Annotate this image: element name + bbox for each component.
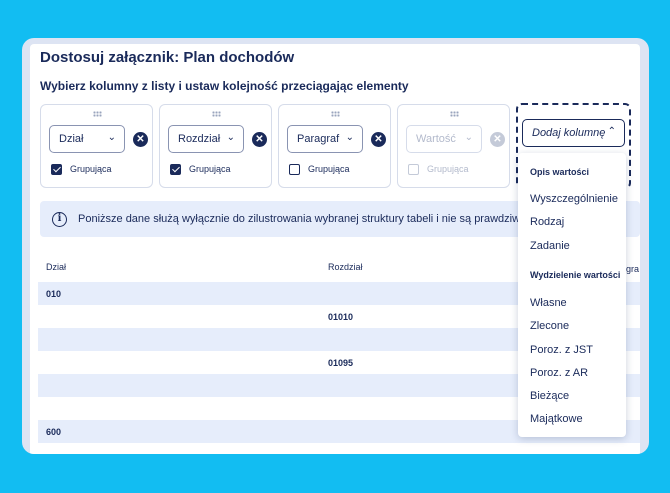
dropdown-item-zadanie[interactable]: Zadanie (530, 240, 570, 252)
grouping-checkbox[interactable] (51, 164, 62, 175)
chevron-down-icon: ⌄ (345, 132, 354, 143)
column-card-rozdzial[interactable]: Rozdział ⌄ ✕ Grupująca (159, 104, 272, 188)
drag-handle-icon[interactable] (330, 111, 340, 117)
column-select-label: Dział (59, 133, 84, 145)
add-column-label: Dodaj kolumnę (532, 127, 606, 139)
column-select-wartosc: Wartość ⌄ (406, 125, 482, 153)
chevron-up-icon: ⌃ (607, 126, 616, 137)
column-select-label: Paragraf (297, 133, 340, 145)
dropdown-item-poroz-jst[interactable]: Poroz. z JST (530, 344, 593, 356)
grouping-checkbox-label: Grupująca (308, 164, 350, 174)
grouping-checkbox-label: Grupująca (189, 164, 231, 174)
dropdown-item-wyszczegolnienie[interactable]: Wyszczególnienie (530, 193, 618, 205)
grouping-checkbox-label: Grupująca (70, 164, 112, 174)
drag-handle-icon[interactable] (211, 111, 221, 117)
column-card-paragraf[interactable]: Paragraf ⌄ ✕ Grupująca (278, 104, 391, 188)
cell-rozdzial: 01010 (328, 312, 354, 322)
dropdown-item-biezace[interactable]: Bieżące (530, 390, 569, 402)
column-select-dzial[interactable]: Dział ⌄ (49, 125, 125, 153)
header-paragraf-clipped: gra (626, 264, 640, 274)
dropdown-item-majatkowe[interactable]: Majątkowe (530, 413, 583, 425)
dropdown-item-rodzaj[interactable]: Rodzaj (530, 216, 564, 228)
cell-dzial: 010 (46, 289, 62, 299)
remove-column-icon[interactable]: ✕ (133, 132, 148, 147)
chevron-down-icon: ⌄ (464, 132, 473, 143)
grouping-checkbox-label: Grupująca (427, 164, 469, 174)
dropdown-item-wlasne[interactable]: Własne (530, 297, 567, 309)
grouping-checkbox[interactable] (170, 164, 181, 175)
column-select-paragraf[interactable]: Paragraf ⌄ (287, 125, 363, 153)
drag-handle-icon[interactable] (92, 111, 102, 117)
cell-dzial: 600 (46, 427, 62, 437)
remove-column-icon[interactable]: ✕ (252, 132, 267, 147)
column-select-rozdzial[interactable]: Rozdział ⌄ (168, 125, 244, 153)
chevron-down-icon: ⌄ (226, 132, 235, 143)
remove-column-icon[interactable]: ✕ (371, 132, 386, 147)
grouping-checkbox[interactable] (289, 164, 300, 175)
column-select-label: Rozdział (178, 133, 221, 145)
dropdown-group-header: Opis wartości (530, 167, 590, 177)
cell-rozdzial: 01095 (328, 358, 354, 368)
chevron-down-icon: ⌄ (107, 132, 116, 143)
page-title: Dostosuj załącznik: Plan dochodów (40, 49, 295, 66)
dropdown-item-poroz-ar[interactable]: Poroz. z AR (530, 367, 588, 379)
dropdown-group-header: Wydzielenie wartości (530, 270, 621, 280)
drag-handle-icon (449, 111, 459, 117)
add-column-dropdown: Opis wartości Wyszczególnienie Rodzaj Za… (518, 153, 626, 437)
remove-column-icon: ✕ (490, 132, 505, 147)
grouping-checkbox (408, 164, 419, 175)
info-icon: i (52, 212, 67, 227)
page-subtitle: Wybierz kolumny z listy i ustaw kolejnoś… (40, 79, 409, 93)
dropdown-item-zlecone[interactable]: Zlecone (530, 320, 569, 332)
header-dzial: Dział (46, 262, 67, 272)
column-card-wartosc: Wartość ⌄ ✕ Grupująca (397, 104, 510, 188)
header-rozdzial: Rozdział (328, 262, 363, 272)
add-column-select[interactable]: Dodaj kolumnę ⌃ (522, 119, 625, 147)
column-select-label: Wartość (416, 133, 456, 145)
column-card-dzial[interactable]: Dział ⌄ ✕ Grupująca (40, 104, 153, 188)
